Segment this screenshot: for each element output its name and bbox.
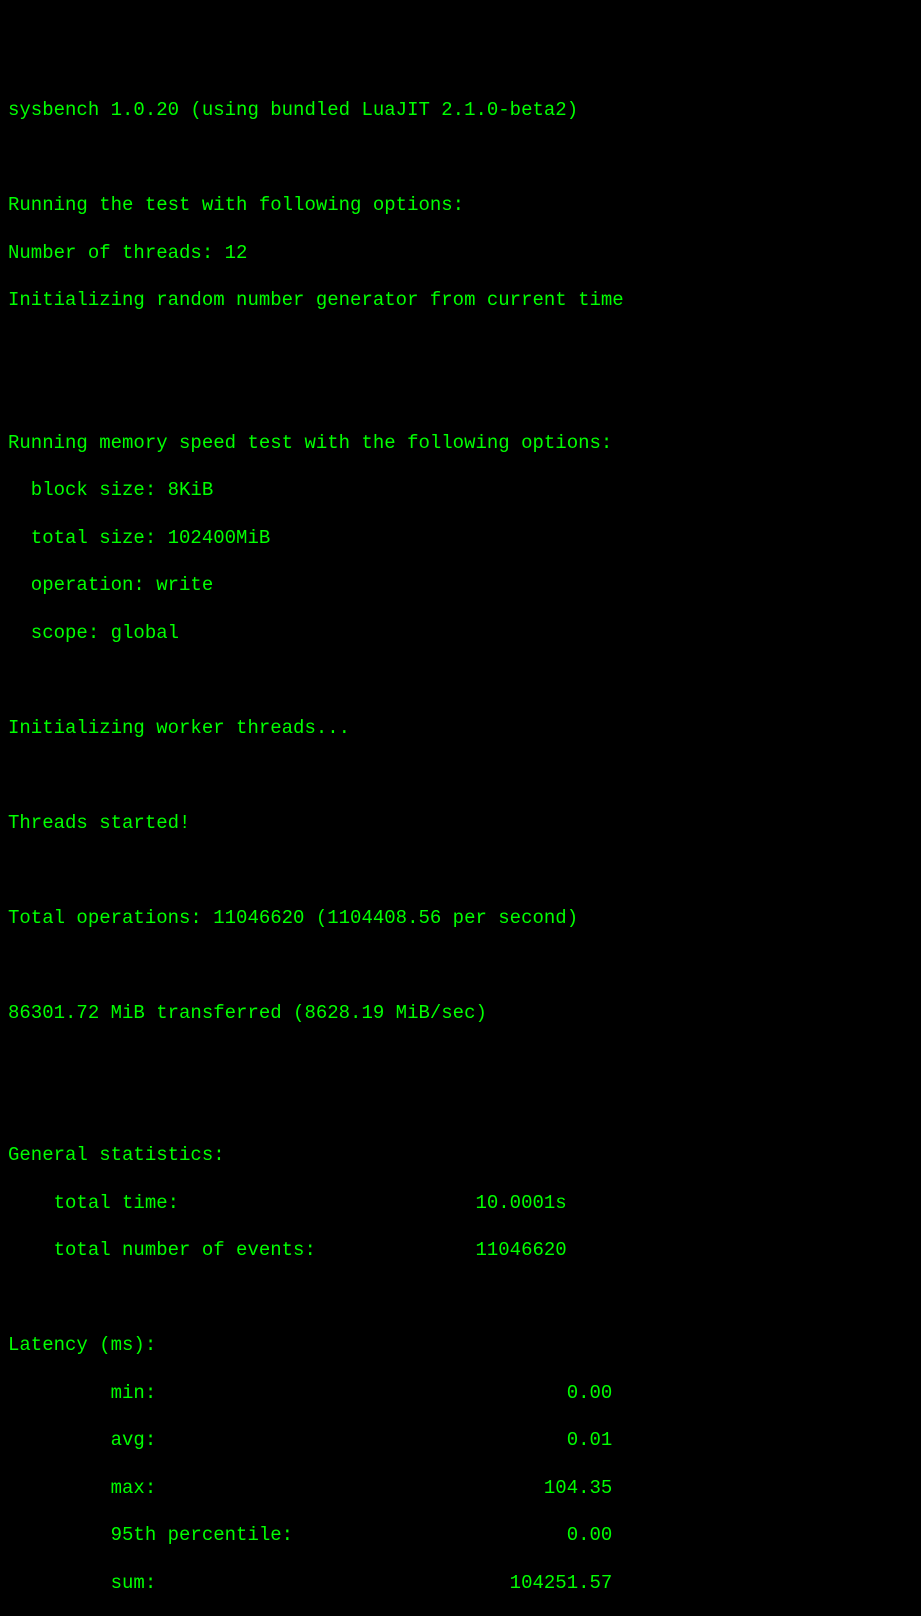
run-options-heading: Running the test with following options: [8,194,913,218]
blank-line [8,859,913,883]
blank-line [8,337,913,361]
latency-heading: Latency (ms): [8,1334,913,1358]
threads-started-line: Threads started! [8,812,913,836]
sysbench-version-line: sysbench 1.0.20 (using bundled LuaJIT 2.… [8,99,913,123]
latency-avg: avg: 0.01 [8,1429,913,1453]
init-workers-line: Initializing worker threads... [8,717,913,741]
stat-total-events: total number of events: 11046620 [8,1239,913,1263]
memory-test-heading: Running memory speed test with the follo… [8,432,913,456]
blank-line [8,669,913,693]
threads-count-line: Number of threads: 12 [8,242,913,266]
memory-operation: operation: write [8,574,913,598]
stat-total-time: total time: 10.0001s [8,1192,913,1216]
blank-line [8,147,913,171]
memory-block-size: block size: 8KiB [8,479,913,503]
memory-scope: scope: global [8,622,913,646]
blank-line [8,954,913,978]
blank-line [8,1097,913,1121]
latency-min: min: 0.00 [8,1382,913,1406]
blank-line [8,764,913,788]
rng-init-line: Initializing random number generator fro… [8,289,913,313]
memory-total-size: total size: 102400MiB [8,527,913,551]
latency-sum: sum: 104251.57 [8,1572,913,1596]
transferred-line: 86301.72 MiB transferred (8628.19 MiB/se… [8,1002,913,1026]
blank-line [8,1287,913,1311]
latency-p95: 95th percentile: 0.00 [8,1524,913,1548]
total-operations-line: Total operations: 11046620 (1104408.56 p… [8,907,913,931]
latency-max: max: 104.35 [8,1477,913,1501]
blank-line [8,384,913,408]
blank-line [8,1049,913,1073]
general-stats-heading: General statistics: [8,1144,913,1168]
